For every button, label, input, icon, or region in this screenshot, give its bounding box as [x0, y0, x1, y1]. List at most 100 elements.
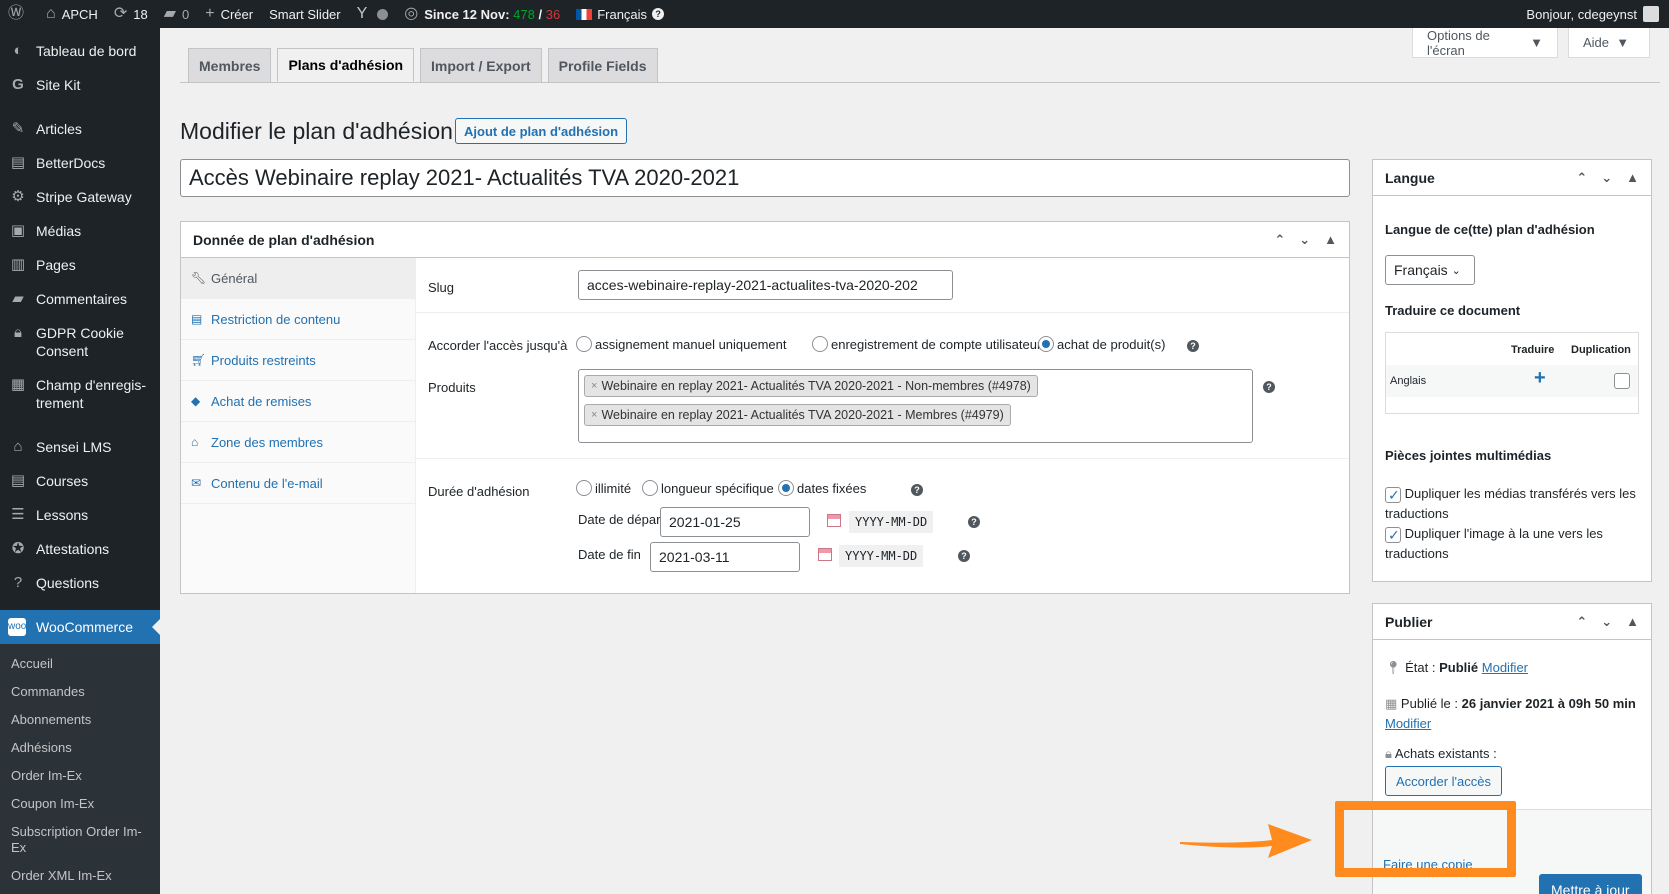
access-option-registration[interactable]: enregistrement de compte utilisateur [812, 336, 1041, 352]
duration-option-fixed[interactable]: dates fixées [778, 480, 866, 496]
duration-option-specific[interactable]: longueur spécifique [642, 480, 774, 496]
my-account[interactable]: Bonjour, cdegeynst [1526, 6, 1669, 22]
post-title-input[interactable]: Accès Webinaire replay 2021- Actualités … [180, 159, 1350, 197]
triangle-up-icon[interactable]: ▲ [1626, 614, 1639, 630]
language-label: Langue de ce(tte) plan d'adhésion [1385, 222, 1595, 237]
radio[interactable] [778, 480, 794, 496]
slug-input[interactable]: acces-webinaire-replay-2021-actualites-t… [578, 270, 953, 300]
stats[interactable]: ◎ Since 12 Nov: 478 / 36 [396, 0, 568, 28]
pin-icon: ✎ [11, 120, 25, 137]
checkbox[interactable] [1385, 525, 1401, 545]
sidebar-item-gdpr[interactable]: 🔒︎ GDPR Cookie Consent [0, 316, 160, 368]
add-translation-icon[interactable]: + [1534, 367, 1546, 390]
dtab-discounts[interactable]: ◆ Achat de remises [181, 381, 415, 422]
triangle-up-icon[interactable]: ▲ [1324, 232, 1337, 248]
wp-logo[interactable]: Ⓦ [0, 0, 38, 28]
remove-icon[interactable]: × [591, 380, 597, 392]
dtab-products[interactable]: 🛒︎ Produits restreints [181, 340, 415, 381]
sidebar-item-pages[interactable]: ▥ Pages [0, 248, 160, 282]
dup-image-option[interactable]: Dupliquer l'image à la une vers les trad… [1385, 524, 1645, 564]
comment-icon: ▰ [12, 290, 24, 307]
language-switcher[interactable]: Français? [568, 0, 672, 28]
radio[interactable] [576, 336, 592, 352]
calendar-icon[interactable] [827, 514, 841, 527]
main-content: Options de l'écran ▼ Aide ▼ Membres Plan… [160, 28, 1669, 894]
updates[interactable]: ⟳ 18 [106, 0, 156, 28]
end-date-input[interactable]: 2021-03-11 [650, 542, 800, 572]
edit-date-link[interactable]: Modifier [1385, 716, 1431, 731]
product-chip[interactable]: × Webinaire en replay 2021- Actualités TV… [584, 404, 1011, 426]
edit-status-link[interactable]: Modifier [1482, 660, 1528, 675]
dup-media-option[interactable]: Dupliquer les médias transférés vers les… [1385, 484, 1645, 524]
sidebar-item-woocommerce[interactable]: woo WooCommerce [0, 610, 160, 644]
dtab-restriction[interactable]: ▤ Restriction de contenu [181, 299, 415, 340]
tab-import-export[interactable]: Import / Export [420, 48, 542, 82]
chevron-up-icon[interactable]: ⌃ [1274, 232, 1285, 248]
comments[interactable]: ▰ 0 [156, 0, 198, 28]
sidebar-item-stripe[interactable]: ⚙ Stripe Gateway [0, 180, 160, 214]
add-plan-button[interactable]: Ajout de plan d'adhésion [455, 118, 628, 144]
sidebar-item-dashboard[interactable]: ◐ Tableau de bord [0, 34, 160, 68]
start-date-input[interactable]: 2021-01-25 [660, 507, 810, 537]
help-icon[interactable]: ? [968, 516, 980, 528]
sidebar-item-attestations[interactable]: ✪ Attestations [0, 532, 160, 566]
radio[interactable] [812, 336, 828, 352]
dtab-members-area[interactable]: ⌂ Zone des membres [181, 422, 415, 463]
radio[interactable] [642, 480, 658, 496]
sidebar-item-articles[interactable]: ✎ Articles [0, 112, 160, 146]
submenu-subscription-imex[interactable]: Subscription Order Im-Ex [0, 818, 160, 862]
sidebar-item-courses[interactable]: ▤ Courses [0, 464, 160, 498]
chevron-up-icon[interactable]: ⌃ [1576, 170, 1587, 186]
submenu-order-xml-imex[interactable]: Order XML Im-Ex [0, 862, 160, 890]
sidebar-item-lessons[interactable]: ☰ Lessons [0, 498, 160, 532]
sidebar-item-sensei[interactable]: ⌂ Sensei LMS [0, 430, 160, 464]
help-icon[interactable]: ? [1263, 381, 1275, 393]
radio[interactable] [1038, 336, 1054, 352]
checkbox[interactable] [1385, 485, 1401, 505]
chevron-down-icon[interactable]: ⌄ [1299, 232, 1310, 248]
dtab-general[interactable]: 🔧︎ Général [181, 258, 415, 299]
sidebar-item-betterdocs[interactable]: ▤ BetterDocs [0, 146, 160, 180]
sidebar-item-questions[interactable]: ? Questions [0, 566, 160, 600]
sidebar-item-media[interactable]: ▣ Médias [0, 214, 160, 248]
grant-access-button[interactable]: Accorder l'accès [1385, 766, 1502, 796]
pages-icon: ▥ [10, 256, 26, 273]
yoast[interactable]: Y [349, 0, 397, 28]
submenu-order-imex[interactable]: Order Im-Ex [0, 762, 160, 790]
screen-options-button[interactable]: Options de l'écran ▼ [1412, 28, 1558, 58]
sidebar-item-sitekit[interactable]: G Site Kit [0, 68, 160, 102]
radio[interactable] [576, 480, 592, 496]
help-button[interactable]: Aide ▼ [1568, 28, 1650, 58]
help-icon[interactable]: ? [1187, 340, 1199, 352]
submenu-adhesions[interactable]: Adhésions [0, 734, 160, 762]
chevron-down-icon[interactable]: ⌄ [1601, 614, 1612, 630]
submenu-coupon-imex[interactable]: Coupon Im-Ex [0, 790, 160, 818]
submenu-commandes[interactable]: Commandes [0, 678, 160, 706]
sidebar-item-registration[interactable]: ▦ Champ d'enregis-trement [0, 368, 160, 420]
chevron-down-icon[interactable]: ⌄ [1601, 170, 1612, 186]
smart-slider[interactable]: Smart Slider [261, 0, 349, 28]
access-option-purchase[interactable]: achat de produit(s) [1038, 336, 1165, 352]
language-select[interactable]: Français ⌄ [1385, 255, 1475, 285]
site-name[interactable]: ⌂ APCH [38, 0, 106, 28]
remove-icon[interactable]: × [591, 409, 597, 421]
tab-profile-fields[interactable]: Profile Fields [547, 48, 658, 82]
duplicate-checkbox[interactable] [1614, 373, 1630, 389]
product-chip[interactable]: × Webinaire en replay 2021- Actualités TV… [584, 375, 1038, 397]
submenu-accueil[interactable]: Accueil [0, 650, 160, 678]
calendar-icon[interactable] [818, 548, 832, 561]
translate-label: Traduire ce document [1385, 303, 1521, 318]
access-option-manual[interactable]: assignement manuel uniquement [576, 336, 787, 352]
tab-plans[interactable]: Plans d'adhésion [277, 48, 415, 82]
help-icon[interactable]: ? [958, 550, 970, 562]
dtab-email[interactable]: ✉ Contenu de l'e-mail [181, 463, 415, 504]
submenu-abonnements[interactable]: Abonnements [0, 706, 160, 734]
create-new[interactable]: + Créer [197, 0, 261, 28]
duration-option-unlimited[interactable]: illimité [576, 480, 631, 496]
tab-membres[interactable]: Membres [188, 48, 272, 82]
chevron-up-icon[interactable]: ⌃ [1576, 614, 1587, 630]
update-button[interactable]: Mettre à jour [1539, 874, 1642, 894]
help-icon[interactable]: ? [911, 484, 923, 496]
sidebar-item-comments[interactable]: ▰ Commentaires [0, 282, 160, 316]
triangle-up-icon[interactable]: ▲ [1626, 170, 1639, 186]
